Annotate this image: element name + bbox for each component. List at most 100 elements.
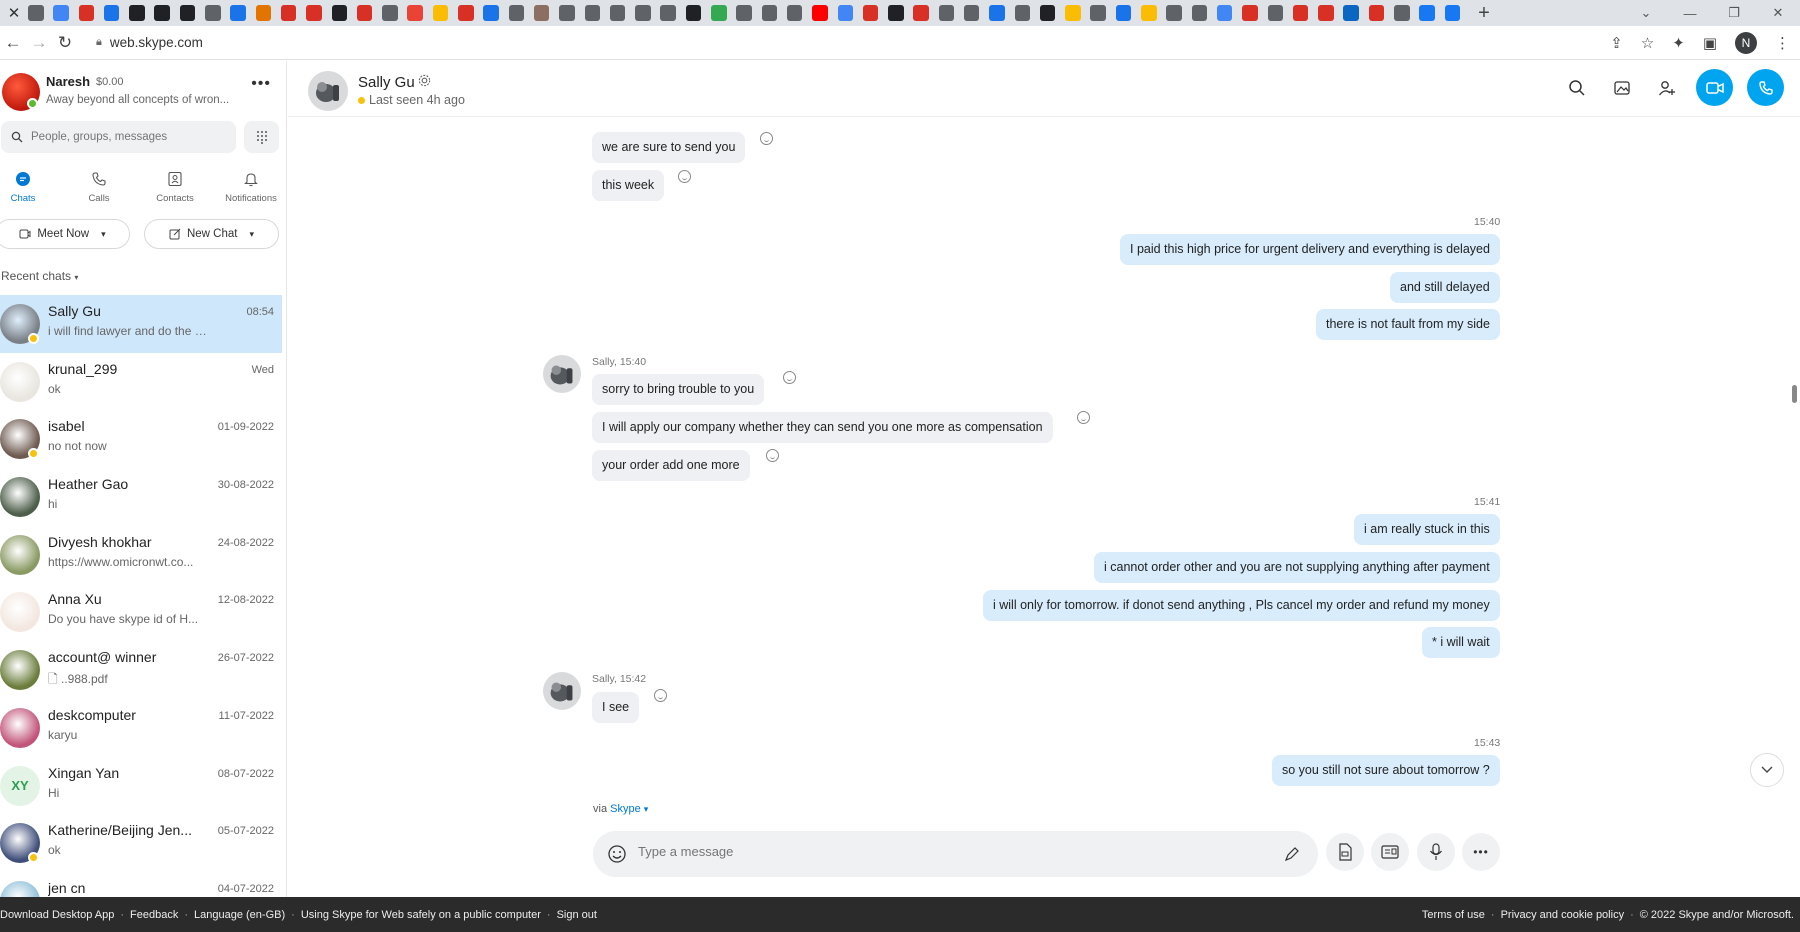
pinned-tab-favicon-icon[interactable] — [1292, 5, 1309, 21]
gallery-button[interactable] — [1606, 72, 1637, 103]
message-bubble[interactable]: there is not fault from my side — [1316, 309, 1500, 340]
chat-list-item[interactable]: deskcomputer 11-07-2022 karyu — [0, 699, 282, 757]
pinned-tab-favicon-icon[interactable] — [635, 5, 651, 21]
chat-list-item[interactable]: Heather Gao 30-08-2022 hi — [0, 468, 282, 526]
tab-search-icon[interactable]: ⌄ — [1624, 5, 1668, 21]
message-bubble[interactable]: your order add one more — [592, 450, 750, 481]
search-box[interactable] — [1, 121, 236, 153]
dialpad-button[interactable] — [244, 121, 279, 153]
back-button[interactable]: ← — [0, 33, 26, 53]
pinned-tab-favicon-icon[interactable] — [1065, 5, 1081, 21]
mood-message[interactable]: Away beyond all concepts of wron... — [46, 94, 231, 106]
footer-link[interactable]: Language (en-GB) — [194, 909, 285, 921]
message-bubble[interactable]: I paid this high price for urgent delive… — [1120, 234, 1500, 265]
format-button[interactable] — [1278, 840, 1306, 868]
pinned-tab-favicon-icon[interactable] — [230, 5, 246, 21]
chat-list-item[interactable]: XY Xingan Yan 08-07-2022 Hi — [0, 757, 282, 815]
pinned-tab-favicon-icon[interactable] — [989, 5, 1005, 21]
extensions-icon[interactable]: ✦ — [1672, 34, 1685, 52]
add-people-button[interactable] — [1651, 72, 1682, 103]
pinned-tab-favicon-icon[interactable] — [280, 5, 297, 21]
voice-message-button[interactable] — [1417, 833, 1455, 871]
add-reaction-icon[interactable] — [678, 170, 691, 183]
pinned-tab-favicon-icon[interactable] — [685, 5, 702, 21]
chat-list-item[interactable]: account@ winner 26-07-2022 🗋︎ ..988.pdf — [0, 641, 282, 699]
chat-list-item[interactable]: krunal_299 Wed ok — [0, 353, 282, 411]
pinned-tab-favicon-icon[interactable] — [1039, 5, 1056, 21]
pinned-tab-favicon-icon[interactable] — [1394, 5, 1410, 21]
tab-calls[interactable]: Calls — [69, 169, 129, 204]
tab-contacts[interactable]: Contacts — [145, 169, 205, 204]
restore-button[interactable]: ❐ — [1712, 5, 1756, 21]
pinned-tab-favicon-icon[interactable] — [584, 5, 601, 21]
send-contact-button[interactable] — [1371, 833, 1409, 871]
address-bar[interactable]: web.skype.com — [110, 35, 203, 50]
my-profile[interactable]: Naresh $0.00 Away beyond all concepts of… — [0, 71, 286, 115]
chat-list-item[interactable]: Sally Gu 08:54 i will find lawyer and do t… — [0, 295, 282, 353]
pinned-tab-favicon-icon[interactable] — [154, 5, 170, 21]
pinned-tab-favicon-icon[interactable] — [179, 5, 196, 21]
video-call-button[interactable] — [1696, 69, 1733, 106]
pinned-tab-favicon-icon[interactable] — [888, 5, 904, 21]
add-reaction-icon[interactable] — [783, 371, 796, 384]
pinned-tab-favicon-icon[interactable] — [1014, 5, 1031, 21]
sender-avatar[interactable] — [543, 355, 581, 393]
tab-notifications[interactable]: Notifications — [221, 169, 281, 204]
bookmark-star-icon[interactable]: ☆ — [1641, 34, 1654, 52]
message-bubble[interactable]: i cannot order other and you are not sup… — [1094, 552, 1500, 583]
share-file-button[interactable] — [1326, 833, 1364, 871]
gear-icon[interactable] — [417, 73, 432, 93]
pinned-tab-favicon-icon[interactable] — [913, 5, 929, 21]
share-icon[interactable]: ⇪ — [1610, 34, 1623, 52]
message-input[interactable] — [638, 844, 1138, 859]
pinned-tab-favicon-icon[interactable] — [432, 5, 449, 21]
pinned-tab-favicon-icon[interactable] — [1267, 5, 1284, 21]
side-panel-icon[interactable]: ▣ — [1703, 34, 1717, 52]
search-input[interactable] — [31, 131, 221, 143]
pinned-tab-favicon-icon[interactable] — [1115, 5, 1132, 21]
message-bubble[interactable]: i am really stuck in this — [1354, 514, 1500, 545]
footer-link[interactable]: Using Skype for Web safely on a public c… — [301, 909, 541, 921]
message-bubble[interactable]: this week — [592, 170, 665, 201]
message-bubble[interactable]: * i will wait — [1422, 627, 1500, 658]
pinned-tab-favicon-icon[interactable] — [1368, 5, 1385, 21]
message-bubble[interactable]: I will apply our company whether they ca… — [592, 412, 1053, 443]
via-link[interactable]: Skype — [610, 803, 641, 815]
profile-avatar[interactable]: N — [1735, 32, 1757, 54]
pinned-tab-favicon-icon[interactable] — [1419, 5, 1435, 21]
footer-link[interactable]: Feedback — [130, 909, 178, 921]
tab-chats[interactable]: Chats — [0, 169, 53, 204]
new-chat-button[interactable]: New Chat ▾ — [144, 219, 279, 249]
search-conversation-button[interactable] — [1561, 72, 1592, 103]
pinned-tab-favicon-icon[interactable] — [306, 5, 322, 21]
footer-link[interactable]: Privacy and cookie policy — [1501, 909, 1625, 921]
recent-chats-header[interactable]: Recent chats ▾ — [1, 269, 78, 283]
add-reaction-icon[interactable] — [1077, 411, 1090, 424]
more-composer-options-button[interactable]: ••• — [1462, 833, 1500, 871]
pinned-tab-favicon-icon[interactable] — [331, 5, 348, 21]
pinned-tab-favicon-icon[interactable] — [407, 5, 423, 21]
pinned-tab-favicon-icon[interactable] — [1343, 5, 1359, 21]
close-window-button[interactable]: ✕ — [1756, 5, 1800, 21]
forward-button[interactable]: → — [26, 33, 52, 53]
footer-link[interactable]: Sign out — [557, 909, 597, 921]
pinned-tab-favicon-icon[interactable] — [1191, 5, 1208, 21]
message-bubble[interactable]: sorry to bring trouble to you — [592, 374, 765, 405]
skype-credit[interactable]: $0.00 — [96, 76, 124, 88]
pinned-tab-favicon-icon[interactable] — [78, 5, 95, 21]
reload-button[interactable]: ↻ — [52, 33, 78, 53]
footer-link[interactable]: Download Desktop App — [0, 909, 114, 921]
add-reaction-icon[interactable] — [760, 132, 773, 145]
pinned-tab-favicon-icon[interactable] — [483, 5, 499, 21]
lock-icon[interactable]: 🔒︎ — [96, 36, 102, 49]
sender-avatar[interactable] — [543, 672, 581, 710]
audio-call-button[interactable] — [1747, 69, 1784, 106]
message-bubble[interactable]: we are sure to send you — [592, 132, 746, 163]
pinned-tab-favicon-icon[interactable] — [533, 5, 550, 21]
message-bubble[interactable]: and still delayed — [1390, 272, 1500, 303]
pinned-tab-favicon-icon[interactable] — [711, 5, 727, 21]
pinned-tab-favicon-icon[interactable] — [103, 5, 120, 21]
footer-link[interactable]: Terms of use — [1422, 909, 1485, 921]
pinned-tab-favicon-icon[interactable] — [1166, 5, 1182, 21]
pinned-tab-favicon-icon[interactable] — [1242, 5, 1258, 21]
